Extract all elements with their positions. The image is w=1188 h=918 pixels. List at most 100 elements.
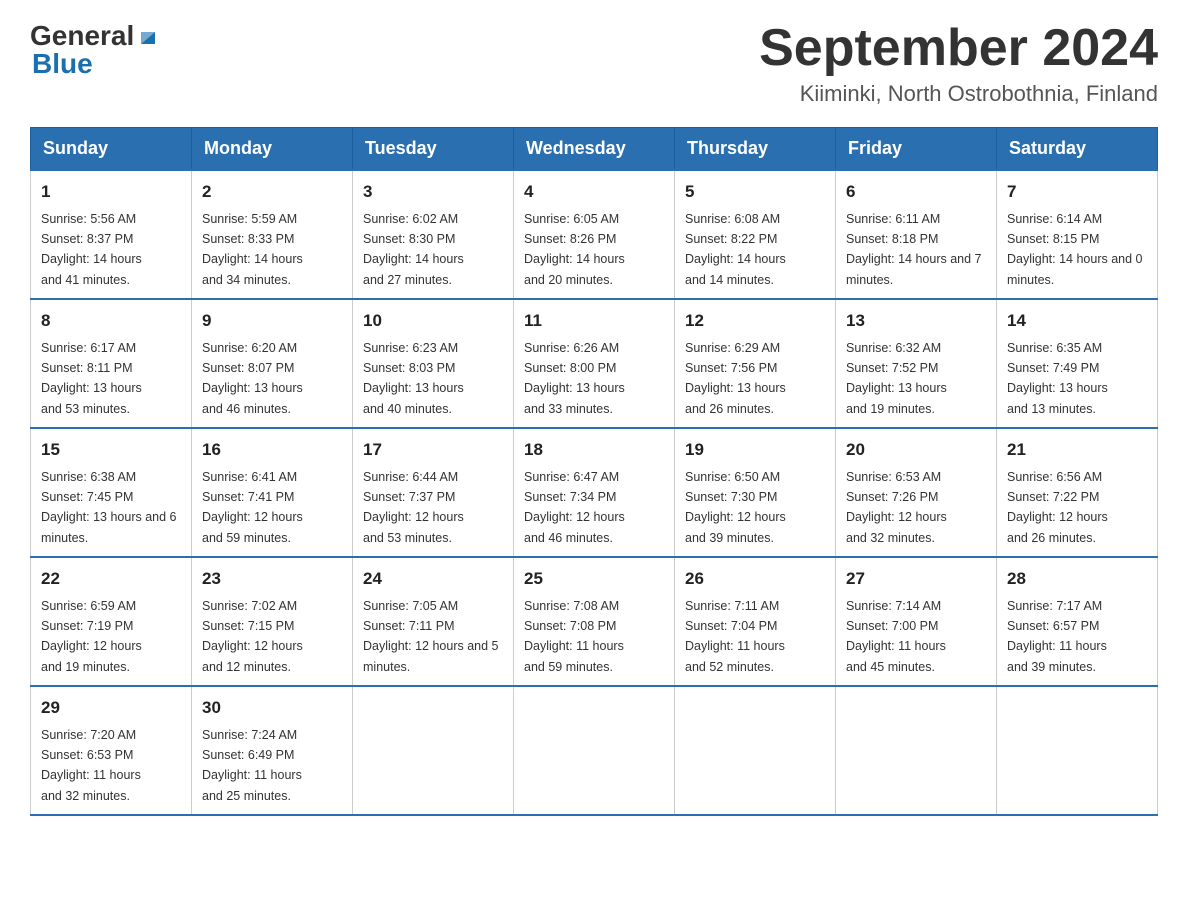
- calendar-cell: 7 Sunrise: 6:14 AMSunset: 8:15 PMDayligh…: [997, 170, 1158, 299]
- logo-text-blue: Blue: [32, 48, 93, 80]
- day-number: 13: [846, 308, 986, 334]
- logo-triangle-icon: [137, 26, 159, 48]
- header-saturday: Saturday: [997, 128, 1158, 171]
- calendar-cell: 23 Sunrise: 7:02 AMSunset: 7:15 PMDaylig…: [192, 557, 353, 686]
- day-info: Sunrise: 6:14 AMSunset: 8:15 PMDaylight:…: [1007, 212, 1143, 287]
- logo: General Blue: [30, 20, 159, 80]
- day-number: 20: [846, 437, 986, 463]
- day-number: 3: [363, 179, 503, 205]
- calendar-cell: 22 Sunrise: 6:59 AMSunset: 7:19 PMDaylig…: [31, 557, 192, 686]
- day-info: Sunrise: 6:38 AMSunset: 7:45 PMDaylight:…: [41, 470, 177, 545]
- day-number: 15: [41, 437, 181, 463]
- day-info: Sunrise: 6:32 AMSunset: 7:52 PMDaylight:…: [846, 341, 947, 416]
- day-number: 1: [41, 179, 181, 205]
- title-section: September 2024 Kiiminki, North Ostroboth…: [759, 20, 1158, 107]
- day-info: Sunrise: 7:11 AMSunset: 7:04 PMDaylight:…: [685, 599, 785, 674]
- day-number: 10: [363, 308, 503, 334]
- calendar-cell: 12 Sunrise: 6:29 AMSunset: 7:56 PMDaylig…: [675, 299, 836, 428]
- calendar-cell: 3 Sunrise: 6:02 AMSunset: 8:30 PMDayligh…: [353, 170, 514, 299]
- calendar-cell: 8 Sunrise: 6:17 AMSunset: 8:11 PMDayligh…: [31, 299, 192, 428]
- day-number: 2: [202, 179, 342, 205]
- week-row-4: 22 Sunrise: 6:59 AMSunset: 7:19 PMDaylig…: [31, 557, 1158, 686]
- day-number: 29: [41, 695, 181, 721]
- day-info: Sunrise: 6:53 AMSunset: 7:26 PMDaylight:…: [846, 470, 947, 545]
- weekday-header-row: Sunday Monday Tuesday Wednesday Thursday…: [31, 128, 1158, 171]
- day-info: Sunrise: 6:50 AMSunset: 7:30 PMDaylight:…: [685, 470, 786, 545]
- week-row-2: 8 Sunrise: 6:17 AMSunset: 8:11 PMDayligh…: [31, 299, 1158, 428]
- calendar-cell: 6 Sunrise: 6:11 AMSunset: 8:18 PMDayligh…: [836, 170, 997, 299]
- calendar-cell: [514, 686, 675, 815]
- day-info: Sunrise: 7:08 AMSunset: 7:08 PMDaylight:…: [524, 599, 624, 674]
- month-title: September 2024: [759, 20, 1158, 77]
- calendar-cell: 2 Sunrise: 5:59 AMSunset: 8:33 PMDayligh…: [192, 170, 353, 299]
- day-info: Sunrise: 6:56 AMSunset: 7:22 PMDaylight:…: [1007, 470, 1108, 545]
- calendar-cell: 1 Sunrise: 5:56 AMSunset: 8:37 PMDayligh…: [31, 170, 192, 299]
- calendar-cell: 16 Sunrise: 6:41 AMSunset: 7:41 PMDaylig…: [192, 428, 353, 557]
- header-monday: Monday: [192, 128, 353, 171]
- calendar-cell: 18 Sunrise: 6:47 AMSunset: 7:34 PMDaylig…: [514, 428, 675, 557]
- day-info: Sunrise: 7:24 AMSunset: 6:49 PMDaylight:…: [202, 728, 302, 803]
- day-info: Sunrise: 7:17 AMSunset: 6:57 PMDaylight:…: [1007, 599, 1107, 674]
- day-info: Sunrise: 6:23 AMSunset: 8:03 PMDaylight:…: [363, 341, 464, 416]
- day-number: 9: [202, 308, 342, 334]
- header-sunday: Sunday: [31, 128, 192, 171]
- day-number: 17: [363, 437, 503, 463]
- day-number: 14: [1007, 308, 1147, 334]
- day-number: 27: [846, 566, 986, 592]
- calendar-cell: [353, 686, 514, 815]
- day-number: 11: [524, 308, 664, 334]
- calendar-cell: 27 Sunrise: 7:14 AMSunset: 7:00 PMDaylig…: [836, 557, 997, 686]
- day-number: 18: [524, 437, 664, 463]
- day-info: Sunrise: 6:35 AMSunset: 7:49 PMDaylight:…: [1007, 341, 1108, 416]
- calendar-cell: [997, 686, 1158, 815]
- calendar-cell: 13 Sunrise: 6:32 AMSunset: 7:52 PMDaylig…: [836, 299, 997, 428]
- calendar-cell: 20 Sunrise: 6:53 AMSunset: 7:26 PMDaylig…: [836, 428, 997, 557]
- day-info: Sunrise: 6:29 AMSunset: 7:56 PMDaylight:…: [685, 341, 786, 416]
- day-number: 6: [846, 179, 986, 205]
- day-number: 12: [685, 308, 825, 334]
- day-number: 5: [685, 179, 825, 205]
- day-info: Sunrise: 7:20 AMSunset: 6:53 PMDaylight:…: [41, 728, 141, 803]
- day-info: Sunrise: 6:17 AMSunset: 8:11 PMDaylight:…: [41, 341, 142, 416]
- week-row-1: 1 Sunrise: 5:56 AMSunset: 8:37 PMDayligh…: [31, 170, 1158, 299]
- header-thursday: Thursday: [675, 128, 836, 171]
- calendar-cell: 19 Sunrise: 6:50 AMSunset: 7:30 PMDaylig…: [675, 428, 836, 557]
- day-info: Sunrise: 6:26 AMSunset: 8:00 PMDaylight:…: [524, 341, 625, 416]
- calendar-cell: 11 Sunrise: 6:26 AMSunset: 8:00 PMDaylig…: [514, 299, 675, 428]
- calendar-cell: 10 Sunrise: 6:23 AMSunset: 8:03 PMDaylig…: [353, 299, 514, 428]
- calendar-cell: 30 Sunrise: 7:24 AMSunset: 6:49 PMDaylig…: [192, 686, 353, 815]
- week-row-5: 29 Sunrise: 7:20 AMSunset: 6:53 PMDaylig…: [31, 686, 1158, 815]
- day-number: 16: [202, 437, 342, 463]
- day-info: Sunrise: 6:02 AMSunset: 8:30 PMDaylight:…: [363, 212, 464, 287]
- day-number: 19: [685, 437, 825, 463]
- week-row-3: 15 Sunrise: 6:38 AMSunset: 7:45 PMDaylig…: [31, 428, 1158, 557]
- day-number: 26: [685, 566, 825, 592]
- calendar-cell: 4 Sunrise: 6:05 AMSunset: 8:26 PMDayligh…: [514, 170, 675, 299]
- calendar-cell: 25 Sunrise: 7:08 AMSunset: 7:08 PMDaylig…: [514, 557, 675, 686]
- location-subtitle: Kiiminki, North Ostrobothnia, Finland: [759, 81, 1158, 107]
- day-info: Sunrise: 6:47 AMSunset: 7:34 PMDaylight:…: [524, 470, 625, 545]
- day-number: 23: [202, 566, 342, 592]
- day-number: 21: [1007, 437, 1147, 463]
- day-info: Sunrise: 6:08 AMSunset: 8:22 PMDaylight:…: [685, 212, 786, 287]
- calendar-cell: 9 Sunrise: 6:20 AMSunset: 8:07 PMDayligh…: [192, 299, 353, 428]
- header-tuesday: Tuesday: [353, 128, 514, 171]
- calendar-table: Sunday Monday Tuesday Wednesday Thursday…: [30, 127, 1158, 816]
- calendar-cell: 26 Sunrise: 7:11 AMSunset: 7:04 PMDaylig…: [675, 557, 836, 686]
- day-info: Sunrise: 5:56 AMSunset: 8:37 PMDaylight:…: [41, 212, 142, 287]
- day-number: 8: [41, 308, 181, 334]
- day-info: Sunrise: 6:44 AMSunset: 7:37 PMDaylight:…: [363, 470, 464, 545]
- day-info: Sunrise: 6:05 AMSunset: 8:26 PMDaylight:…: [524, 212, 625, 287]
- calendar-cell: 5 Sunrise: 6:08 AMSunset: 8:22 PMDayligh…: [675, 170, 836, 299]
- day-info: Sunrise: 6:20 AMSunset: 8:07 PMDaylight:…: [202, 341, 303, 416]
- calendar-cell: 28 Sunrise: 7:17 AMSunset: 6:57 PMDaylig…: [997, 557, 1158, 686]
- day-number: 30: [202, 695, 342, 721]
- day-info: Sunrise: 6:41 AMSunset: 7:41 PMDaylight:…: [202, 470, 303, 545]
- day-info: Sunrise: 7:02 AMSunset: 7:15 PMDaylight:…: [202, 599, 303, 674]
- day-number: 25: [524, 566, 664, 592]
- header-friday: Friday: [836, 128, 997, 171]
- calendar-cell: 15 Sunrise: 6:38 AMSunset: 7:45 PMDaylig…: [31, 428, 192, 557]
- day-number: 22: [41, 566, 181, 592]
- day-number: 7: [1007, 179, 1147, 205]
- day-info: Sunrise: 5:59 AMSunset: 8:33 PMDaylight:…: [202, 212, 303, 287]
